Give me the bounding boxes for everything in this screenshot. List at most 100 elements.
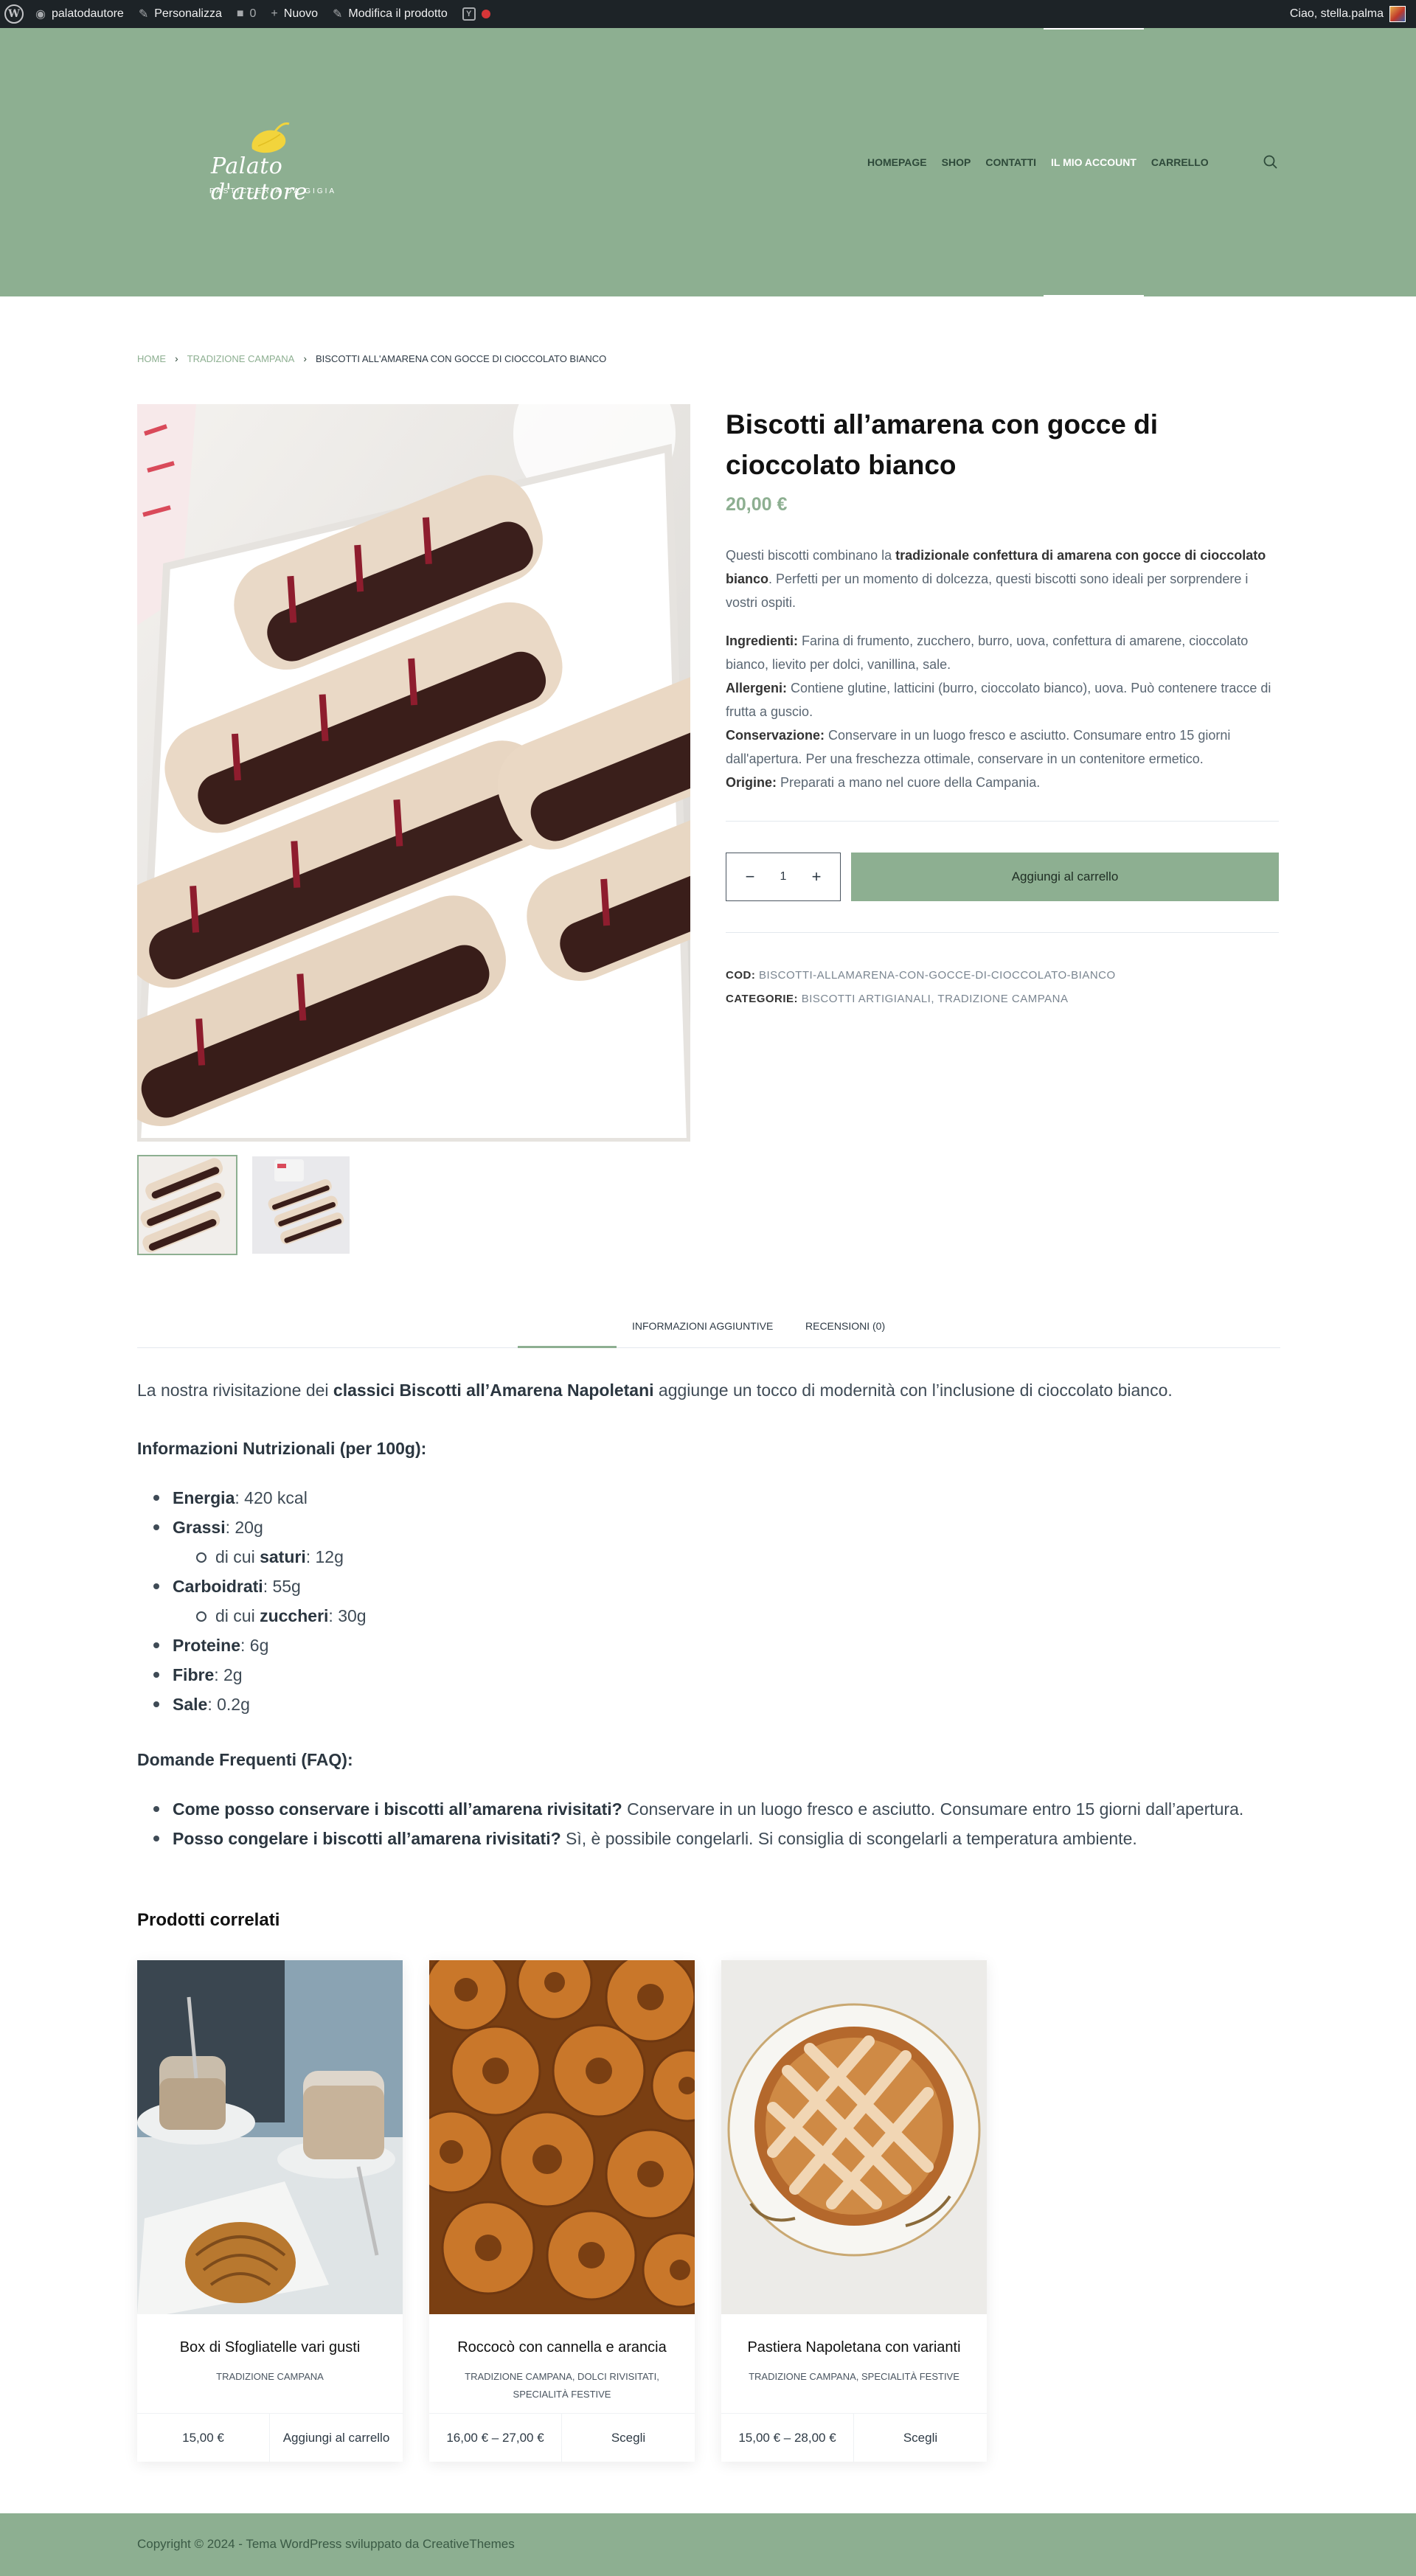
related-product-image[interactable] xyxy=(429,1960,695,2314)
nutrition-sublist: di cui saturi: 12g xyxy=(196,1542,1280,1572)
thumbnail-2[interactable] xyxy=(251,1155,351,1255)
yoast-menu[interactable]: Y xyxy=(455,0,498,28)
divider xyxy=(726,932,1279,933)
allergens-label: Allergeni: xyxy=(726,681,788,695)
sku-value: BISCOTTI-ALLAMARENA-CON-GOCCE-DI-CIOCCOL… xyxy=(759,969,1116,982)
product-title: Biscotti all’amarena con gocce di ciocco… xyxy=(726,409,1159,480)
nutrient-label: Fibre xyxy=(173,1665,215,1684)
list-item: Posso congelare i biscotti all’amarena r… xyxy=(153,1824,1280,1853)
logo-wordmark: Palato d'autore xyxy=(211,153,308,205)
list-item: Proteine: 6g xyxy=(153,1631,1280,1660)
customize-link[interactable]: ✎ Personalizza xyxy=(131,0,229,28)
allergens-value: Contiene glutine, latticini (burro, cioc… xyxy=(726,681,1271,719)
plus-icon[interactable]: + xyxy=(809,867,824,886)
minus-icon[interactable]: − xyxy=(743,867,757,886)
comment-icon: ■ xyxy=(236,7,244,20)
wordpress-menu[interactable]: W xyxy=(0,0,28,28)
plus-icon: + xyxy=(271,7,278,20)
new-content-label: Nuovo xyxy=(283,7,319,20)
related-product-name[interactable]: Box di Sfogliatelle vari gusti xyxy=(137,2339,403,2356)
storage-line: Conservazione: Conservare in un luogo fr… xyxy=(726,723,1279,771)
choose-options-button[interactable]: Scegli xyxy=(854,2414,987,2462)
chevron-right-icon: › xyxy=(303,353,308,364)
allergens-line: Allergeni: Contiene glutine, latticini (… xyxy=(726,676,1279,723)
nav-item-carrello[interactable]: CARRELLO xyxy=(1144,28,1216,296)
comments-link[interactable]: ■ 0 xyxy=(229,0,264,28)
description-panel: La nostra rivisitazione dei classici Bis… xyxy=(137,1378,1280,1881)
pencil-icon: ✎ xyxy=(333,8,343,21)
origin-line: Origine: Preparati a mano nel cuore dell… xyxy=(726,771,1279,794)
nutrient-label: Grassi xyxy=(173,1518,226,1537)
nav-item-contatti[interactable]: CONTATTI xyxy=(978,28,1044,296)
nav-item-shop[interactable]: SHOP xyxy=(934,28,979,296)
pastiera-photo xyxy=(721,1960,987,2314)
breadcrumb-category[interactable]: TRADIZIONE CAMPANA xyxy=(187,353,295,364)
nutrition-heading-text: Informazioni Nutrizionali (per 100g): xyxy=(137,1439,427,1458)
list-item: Grassi: 20g di cui saturi: 12g xyxy=(153,1513,1280,1572)
related-product-card[interactable]: Box di Sfogliatelle vari gusti TRADIZION… xyxy=(137,1960,403,2462)
quantity-stepper: − 1 + xyxy=(726,853,841,901)
nutrition-sublist: di cui zuccheri: 30g xyxy=(196,1601,1280,1631)
related-product-image[interactable] xyxy=(721,1960,987,2314)
brush-icon: ✎ xyxy=(138,8,149,21)
nutrition-heading: Informazioni Nutrizionali (per 100g): xyxy=(137,1436,1280,1461)
product-main-image[interactable] xyxy=(137,404,690,1142)
tab-description-indicator[interactable] xyxy=(518,1346,617,1348)
related-product-categories: TRADIZIONE CAMPANA, SPECIALITÀ FESTIVE xyxy=(749,2371,959,2382)
category-link-2[interactable]: TRADIZIONE CAMPANA xyxy=(937,993,1068,1005)
related-product-name[interactable]: Pastiera Napoletana con varianti xyxy=(721,2339,987,2356)
product-price: 20,00 € xyxy=(726,494,788,515)
product-summary: Biscotti all’amarena con gocce di ciocco… xyxy=(726,404,1279,1011)
desc-text: . Perfetti per un momento di dolcezza, q… xyxy=(726,572,1249,610)
nutrient-value: : 55g xyxy=(263,1577,301,1596)
nutrient-label: saturi xyxy=(260,1547,306,1566)
tab-additional-info[interactable]: INFORMAZIONI AGGIUNTIVE xyxy=(632,1320,773,1332)
add-to-cart-button[interactable]: Aggiungi al carrello xyxy=(270,2414,403,2462)
edit-product-label: Modifica il prodotto xyxy=(348,7,448,20)
intro-highlight: classici Biscotti all’Amarena Napoletani xyxy=(333,1381,654,1400)
edit-product-link[interactable]: ✎ Modifica il prodotto xyxy=(325,0,455,28)
related-product-footer: 16,00 € – 27,00 € Scegli xyxy=(429,2413,695,2462)
related-product-categories: TRADIZIONE CAMPANA, DOLCI RIVISITATI, SP… xyxy=(465,2371,659,2400)
main-navigation: HOMEPAGE SHOP CONTATTI IL MIO ACCOUNT CA… xyxy=(860,28,1216,296)
nav-item-homepage[interactable]: HOMEPAGE xyxy=(860,28,934,296)
quantity-input[interactable]: 1 xyxy=(780,870,787,883)
new-content-link[interactable]: + Nuovo xyxy=(263,0,325,28)
related-product-card[interactable]: Pastiera Napoletana con varianti TRADIZI… xyxy=(721,1960,987,2462)
related-product-price: 15,00 € xyxy=(137,2414,270,2462)
breadcrumb: HOME › TRADIZIONE CAMPANA › BISCOTTI ALL… xyxy=(137,353,606,364)
add-to-cart-button[interactable]: Aggiungi al carrello xyxy=(851,853,1279,901)
faq-answer: Sì, è possibile congelarli. Si consiglia… xyxy=(560,1829,1137,1848)
breadcrumb-home[interactable]: HOME xyxy=(137,353,166,364)
related-product-name[interactable]: Roccocò con cannella e arancia xyxy=(429,2339,695,2356)
customize-label: Personalizza xyxy=(154,7,222,20)
sku-line: COD: BISCOTTI-ALLAMARENA-CON-GOCCE-DI-CI… xyxy=(726,964,1279,987)
cookies-thumbnail-image xyxy=(139,1156,236,1254)
thumbnail-1[interactable] xyxy=(137,1155,237,1255)
nutrient-label: zuccheri xyxy=(260,1606,329,1625)
nav-item-account[interactable]: IL MIO ACCOUNT xyxy=(1044,28,1144,296)
avatar xyxy=(1389,6,1406,22)
site-name-label: palatodautore xyxy=(51,7,124,20)
related-product-price: 16,00 € – 27,00 € xyxy=(429,2414,562,2462)
product-specs: Ingredienti: Farina di frumento, zuccher… xyxy=(726,629,1279,794)
site-name-link[interactable]: ◉ palatodautore xyxy=(28,0,131,28)
related-product-card[interactable]: Roccocò con cannella e arancia TRADIZION… xyxy=(429,1960,695,2462)
chevron-right-icon: › xyxy=(175,353,178,364)
sub-prefix: di cui xyxy=(215,1606,260,1625)
nutrient-label: Sale xyxy=(173,1695,208,1714)
tab-reviews[interactable]: RECENSIONI (0) xyxy=(805,1320,885,1332)
faq-list: Come posso conservare i biscotti all’ama… xyxy=(153,1794,1280,1853)
site-logo[interactable]: Palato d'autore PASTICCERIA DA GIGIA xyxy=(206,117,339,205)
nutrient-value: : 6g xyxy=(240,1636,269,1655)
categories-line: CATEGORIE: BISCOTTI ARTIGIANALI, TRADIZI… xyxy=(726,987,1279,1011)
search-icon[interactable] xyxy=(1263,154,1279,170)
category-link-1[interactable]: BISCOTTI ARTIGIANALI xyxy=(802,993,931,1005)
nutrient-value: : 12g xyxy=(305,1547,344,1566)
choose-options-button[interactable]: Scegli xyxy=(562,2414,695,2462)
sfogliatelle-photo xyxy=(137,1960,403,2314)
intro-text: aggiunge un tocco di modernità con l’inc… xyxy=(653,1381,1173,1400)
related-product-price: 15,00 € – 28,00 € xyxy=(721,2414,854,2462)
related-product-image[interactable] xyxy=(137,1960,403,2314)
account-menu[interactable]: Ciao, stella.palma xyxy=(1290,6,1416,22)
